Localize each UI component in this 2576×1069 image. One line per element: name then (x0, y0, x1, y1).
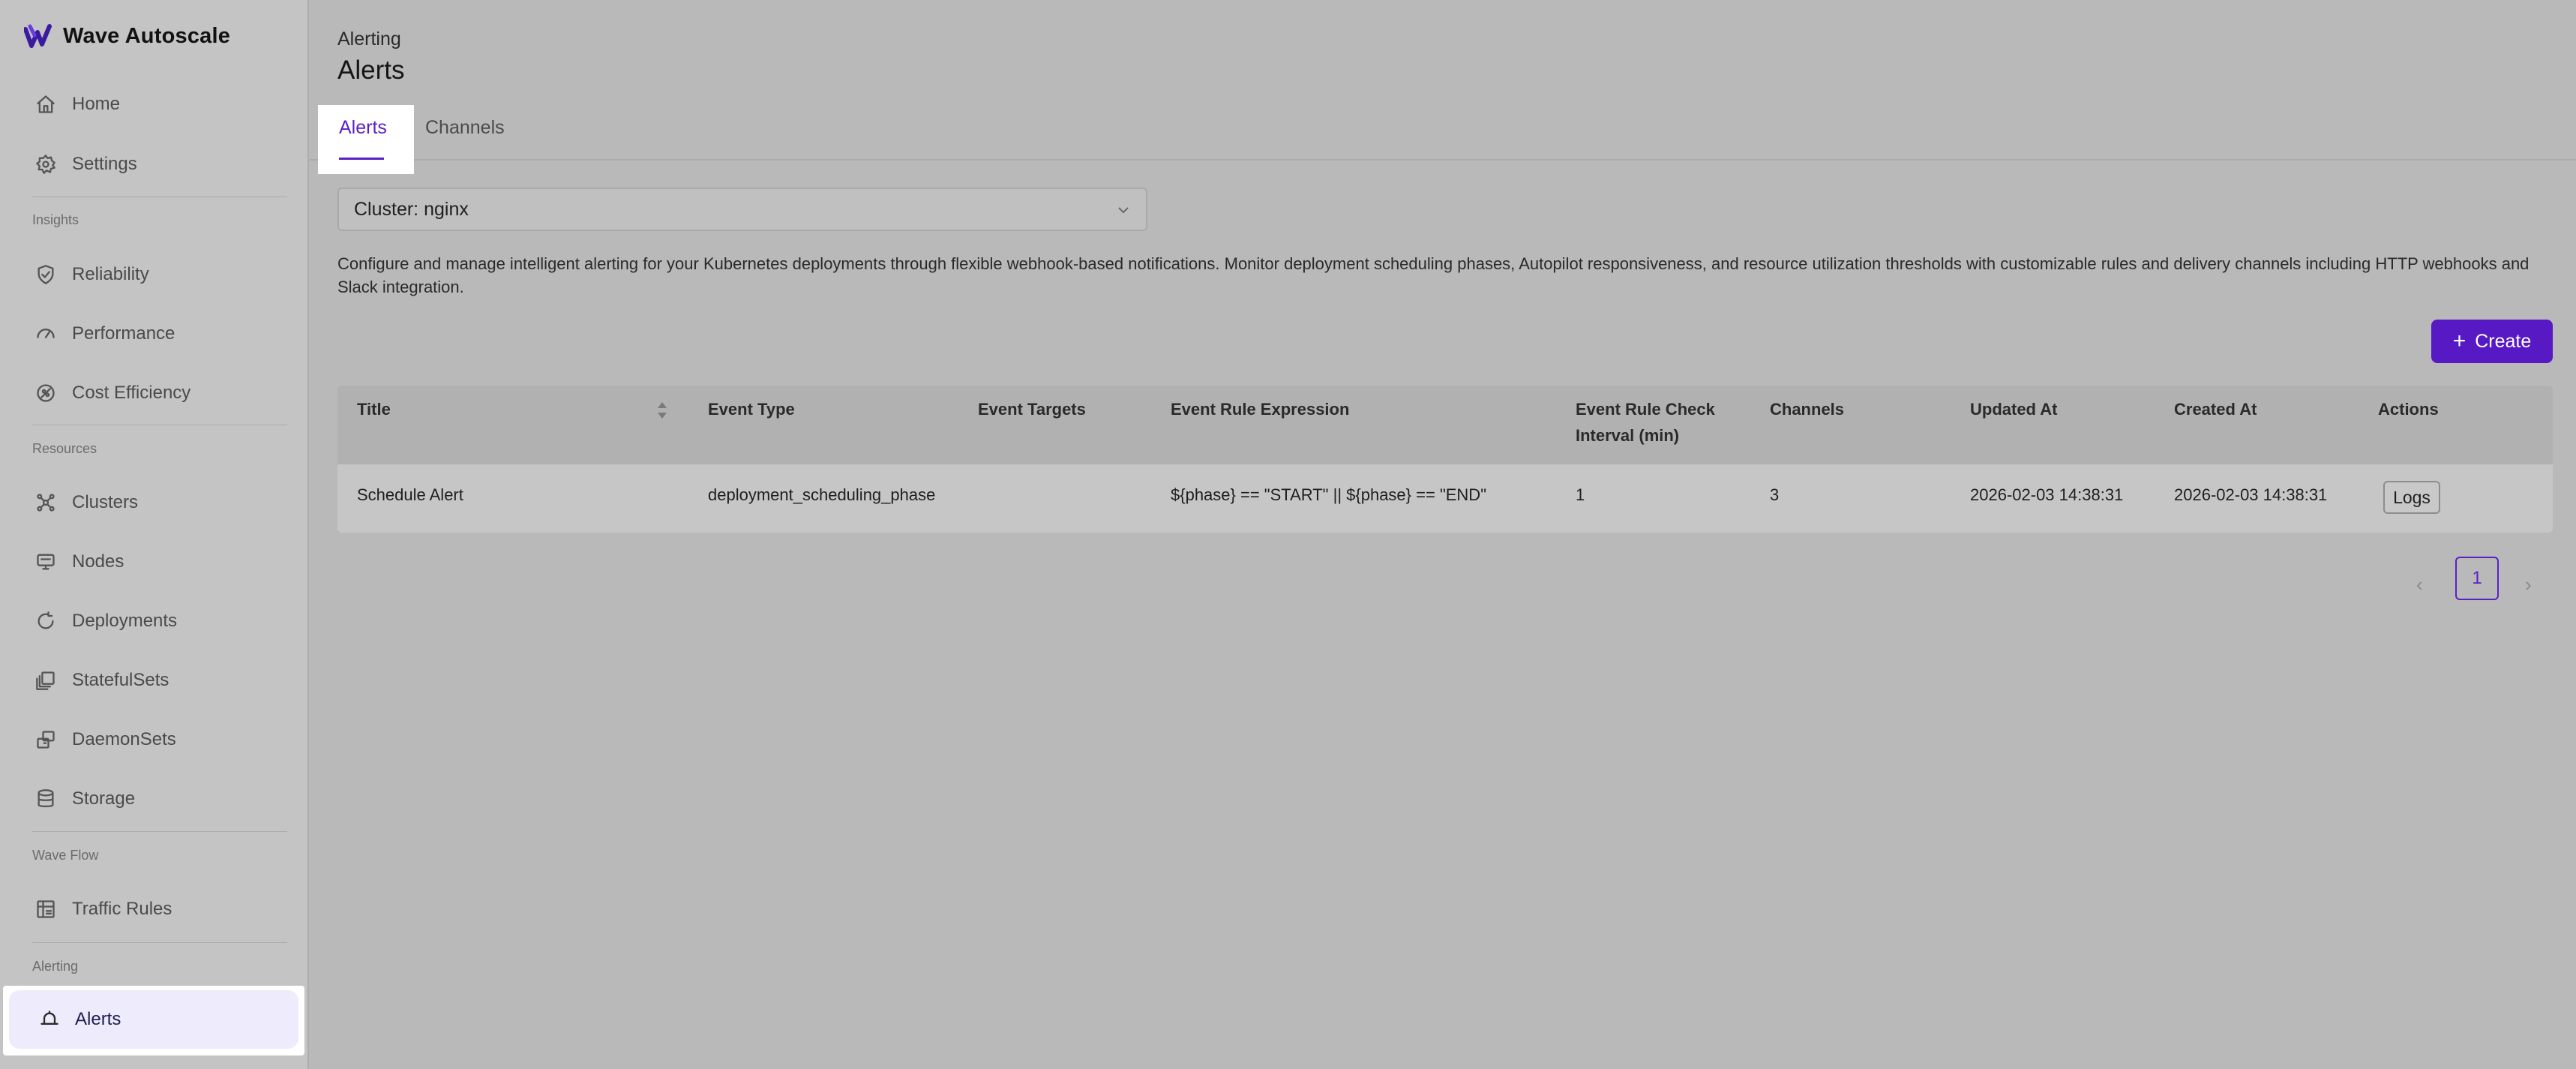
sidebar-item-label: Cost Efficiency (72, 383, 191, 403)
sidebar: Wave Autoscale Home Settings Insights Re… (0, 0, 309, 1069)
page-header: Alerting Alerts Alerts Channels (309, 0, 2576, 174)
sidebar-item-label: Home (72, 94, 121, 114)
column-header-event-targets: Event Targets (978, 400, 1086, 419)
plus-icon: + (2452, 329, 2467, 353)
cell-check-interval: 1 (1576, 485, 1585, 504)
column-header-event-type: Event Type (708, 400, 795, 419)
section-label-alerting: Alerting (32, 959, 79, 974)
deployment-icon (34, 610, 57, 632)
cost-icon (34, 382, 57, 404)
shield-icon (34, 263, 57, 286)
breadcrumb: Alerting (337, 29, 401, 50)
statefulset-icon (34, 669, 57, 692)
sidebar-item-label: Traffic Rules (72, 899, 172, 919)
cluster-select-value: Cluster: nginx (354, 198, 469, 220)
table-row[interactable]: Schedule Alert deployment_scheduling_pha… (337, 464, 2553, 533)
column-header-rule-expression: Event Rule Expression (1171, 400, 1350, 419)
sidebar-item-reliability[interactable]: Reliability (10, 246, 298, 303)
bell-icon (39, 1009, 60, 1030)
column-header-channels: Channels (1770, 400, 1845, 419)
app-name: Wave Autoscale (63, 23, 231, 48)
chevron-down-icon (1114, 201, 1132, 219)
sidebar-item-alerts[interactable]: Alerts (9, 990, 298, 1049)
alerts-table: Title Event Type Event Targets Event Rul… (337, 386, 2553, 533)
cell-title: Schedule Alert (357, 485, 463, 504)
sidebar-item-home[interactable]: Home (10, 76, 298, 133)
node-icon (34, 551, 57, 573)
cell-rule-expression: ${phase} == "START" || ${phase} == "END" (1171, 485, 1487, 504)
sidebar-item-label: Clusters (72, 492, 139, 512)
sidebar-item-label: DaemonSets (72, 729, 176, 749)
traffic-rules-icon (34, 898, 57, 920)
gauge-icon (34, 323, 57, 345)
sidebar-item-label: Nodes (72, 551, 124, 572)
sidebar-item-cost-efficiency[interactable]: Cost Efficiency (10, 365, 298, 422)
column-header-line: Interval (min) (1576, 426, 1680, 445)
cell-event-type: deployment_scheduling_phase (708, 485, 936, 504)
daemonset-icon (34, 728, 57, 751)
column-header-updated-at: Updated At (1970, 400, 2058, 419)
sidebar-item-label: Settings (72, 154, 137, 174)
sidebar-item-settings[interactable]: Settings (10, 136, 298, 193)
sidebar-item-clusters[interactable]: Clusters (10, 474, 298, 531)
tab-underline (339, 158, 384, 160)
sidebar-item-label: Reliability (72, 264, 149, 284)
section-label-resources: Resources (32, 441, 97, 456)
tab-channels[interactable]: Channels (425, 117, 505, 139)
pagination-next-button[interactable]: › (2525, 573, 2532, 596)
app-logo[interactable]: Wave Autoscale (24, 21, 230, 51)
sidebar-item-label: Alerts (75, 1009, 121, 1029)
main-content: Cluster: nginx Configure and manage inte… (309, 162, 2576, 1069)
page-title: Alerts (337, 56, 405, 85)
column-header-title[interactable]: Title (357, 396, 391, 422)
create-button-label: Create (2475, 330, 2532, 352)
pagination-page-button[interactable]: 1 (2455, 557, 2499, 600)
create-button[interactable]: + Create (2431, 320, 2553, 363)
cell-updated-at: 2026-02-03 14:38:31 (1970, 485, 2124, 504)
logs-button[interactable]: Logs (2383, 481, 2440, 514)
sidebar-item-label: Storage (72, 788, 136, 809)
cell-created-at: 2026-02-03 14:38:31 (2174, 485, 2328, 504)
column-header-actions: Actions (2378, 400, 2439, 419)
sidebar-item-label: Performance (72, 323, 175, 344)
sidebar-item-nodes[interactable]: Nodes (10, 533, 298, 590)
pagination-prev-button[interactable]: ‹ (2416, 573, 2423, 596)
sidebar-item-label: StatefulSets (72, 670, 169, 690)
sidebar-item-performance[interactable]: Performance (10, 305, 298, 362)
gear-icon (34, 153, 57, 176)
sidebar-item-traffic-rules[interactable]: Traffic Rules (10, 881, 298, 938)
divider (32, 831, 287, 832)
tab-label: Alerts (339, 117, 387, 138)
cluster-select[interactable]: Cluster: nginx (337, 188, 1147, 231)
sidebar-item-statefulsets[interactable]: StatefulSets (10, 652, 298, 709)
cell-channels: 3 (1770, 485, 1780, 504)
database-icon (34, 788, 57, 810)
page-description: Configure and manage intelligent alertin… (337, 254, 2530, 296)
sidebar-item-label: Deployments (72, 611, 178, 631)
divider (32, 942, 287, 943)
sidebar-active-highlight: Alerts (3, 986, 304, 1055)
sort-icon[interactable] (655, 399, 669, 422)
table-header: Title Event Type Event Targets Event Rul… (337, 386, 2553, 464)
column-header-line: Event Rule Check (1576, 400, 1715, 419)
home-icon (34, 93, 57, 116)
section-label-insights: Insights (32, 212, 79, 227)
section-label-wave-flow: Wave Flow (32, 848, 99, 863)
sidebar-item-daemonsets[interactable]: DaemonSets (10, 711, 298, 768)
cluster-icon (34, 491, 57, 514)
wave-logo-icon (24, 24, 52, 48)
column-header-check-interval: Event Rule Check Interval (min) (1576, 396, 1715, 449)
sidebar-item-deployments[interactable]: Deployments (10, 593, 298, 650)
column-header-created-at: Created At (2174, 400, 2257, 419)
sidebar-item-storage[interactable]: Storage (10, 770, 298, 827)
